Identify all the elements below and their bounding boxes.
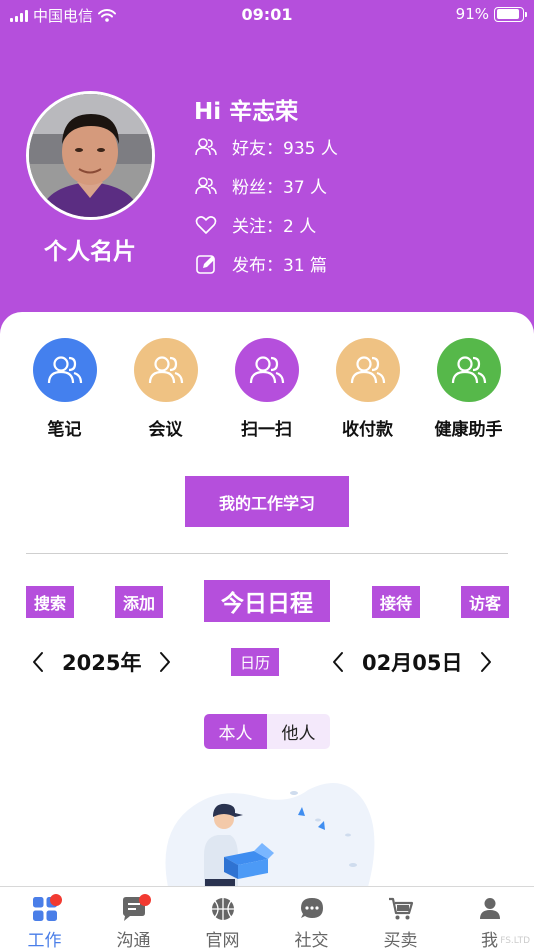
people-icon: [436, 338, 501, 402]
stat-fans[interactable]: 粉丝：37 人: [194, 173, 327, 198]
business-card-title[interactable]: 个人名片: [20, 232, 160, 266]
watermark: FS.LTD: [500, 936, 530, 946]
visitor-button[interactable]: 访客: [461, 586, 509, 618]
year-label: 2025年: [62, 651, 142, 675]
friends-icon: [194, 135, 218, 159]
schedule-title: 今日日程: [204, 580, 330, 622]
tab-social[interactable]: 社交: [267, 887, 356, 950]
stat-fans-label: 粉丝：37 人: [232, 178, 328, 198]
quick-action-notes[interactable]: 笔记: [14, 338, 115, 440]
tab-label: 工作: [27, 931, 62, 950]
divider: [26, 553, 508, 554]
status-right: 91%: [455, 5, 527, 23]
stat-following[interactable]: 关注：2 人: [194, 212, 316, 237]
people-icon: [335, 338, 400, 402]
prev-year-arrow-icon[interactable]: [26, 648, 50, 676]
stat-posts[interactable]: 发布：31 篇: [194, 251, 327, 276]
tab-trade[interactable]: 买卖: [356, 887, 445, 950]
avatar-photo: [29, 94, 152, 217]
status-bar: 中国电信 09:01 91%: [0, 0, 534, 30]
toggle-self[interactable]: 本人: [204, 714, 267, 749]
people-icon: [234, 338, 299, 402]
tab-label: 社交: [294, 931, 329, 950]
tab-communication[interactable]: 沟通: [89, 887, 178, 950]
empty-schedule-illustration: [165, 782, 375, 887]
person-icon: [477, 896, 503, 922]
avatar[interactable]: [26, 91, 155, 220]
quick-action-payment[interactable]: 收付款: [317, 338, 418, 440]
fans-icon: [194, 174, 218, 198]
tab-label: 沟通: [116, 931, 151, 950]
message-bubble-icon: [299, 896, 325, 922]
tab-label: 买卖: [383, 931, 418, 950]
date-label: 02月05日: [362, 651, 463, 675]
date-navigator: 02月05日: [326, 646, 498, 678]
next-day-arrow-icon[interactable]: [474, 648, 498, 676]
bottom-tab-bar: 工作 沟通 官网 社交 买卖 我: [0, 886, 534, 950]
my-work-study-button[interactable]: 我的工作学习: [185, 476, 349, 527]
next-year-arrow-icon[interactable]: [153, 648, 177, 676]
stat-friends[interactable]: 好友：935 人: [194, 134, 338, 159]
notification-badge: [50, 894, 62, 906]
quick-action-label: 会议: [148, 420, 183, 440]
basketball-icon: [210, 896, 236, 922]
search-button[interactable]: 搜索: [26, 586, 74, 618]
quick-action-scan[interactable]: 扫一扫: [216, 338, 317, 440]
stat-following-label: 关注：2 人: [232, 217, 317, 237]
cart-icon: [388, 896, 414, 922]
tab-official-site[interactable]: 官网: [178, 887, 267, 950]
owner-toggle: 本人 他人: [204, 714, 330, 749]
year-navigator: 2025年: [26, 646, 177, 678]
quick-action-label: 扫一扫: [241, 420, 292, 440]
stat-friends-label: 好友：935 人: [232, 139, 338, 159]
tab-work[interactable]: 工作: [0, 887, 89, 950]
calendar-button[interactable]: 日历: [231, 648, 279, 676]
notification-badge: [139, 894, 151, 906]
greeting: Hi 辛志荣: [194, 99, 299, 125]
stat-posts-label: 发布：31 篇: [232, 256, 328, 276]
quick-action-health[interactable]: 健康助手: [418, 338, 519, 440]
people-icon: [133, 338, 198, 402]
quick-action-label: 笔记: [47, 420, 82, 440]
quick-action-label: 收付款: [342, 420, 393, 440]
tab-label: 官网: [205, 931, 240, 950]
toggle-others[interactable]: 他人: [267, 714, 330, 749]
reception-button[interactable]: 接待: [372, 586, 420, 618]
add-button[interactable]: 添加: [115, 586, 163, 618]
battery-fill: [496, 9, 520, 19]
battery-icon: [494, 6, 527, 22]
prev-day-arrow-icon[interactable]: [326, 648, 350, 676]
people-icon: [32, 338, 97, 402]
status-time: 09:01: [241, 5, 293, 24]
edit-icon: [194, 252, 218, 276]
quick-action-meeting[interactable]: 会议: [115, 338, 216, 440]
quick-action-label: 健康助手: [434, 420, 503, 440]
battery-percent: 91%: [455, 5, 489, 23]
heart-icon: [194, 213, 218, 237]
